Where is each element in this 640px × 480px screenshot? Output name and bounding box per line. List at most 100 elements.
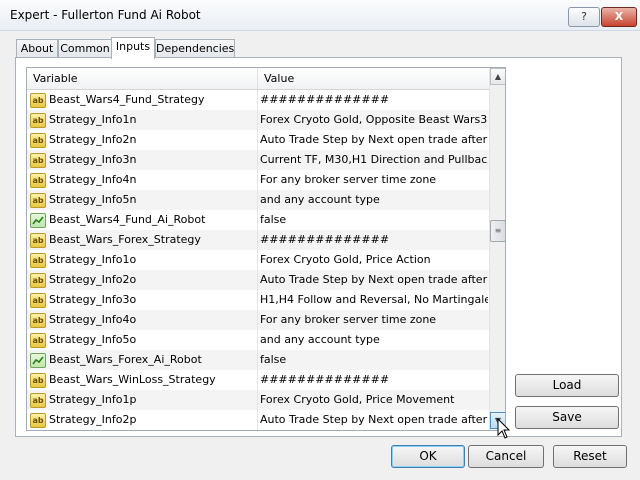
column-divider — [257, 110, 258, 130]
load-button[interactable]: Load — [515, 374, 619, 397]
variable-cell: Strategy_Info1o — [49, 253, 137, 266]
table-row[interactable]: ab Strategy_Info2o Auto Trade Step by Next… — [27, 270, 489, 290]
column-divider — [257, 410, 258, 430]
mouse-cursor-icon — [497, 418, 511, 439]
column-header-variable[interactable]: Variable — [27, 68, 258, 89]
table-row[interactable]: ab Strategy_Info2n Auto Trade Step by Next… — [27, 130, 489, 150]
string-ab-icon: ab — [30, 233, 46, 248]
help-button[interactable]: ? — [568, 7, 600, 27]
variable-cell: Strategy_Info5n — [49, 193, 137, 206]
vertical-scrollbar[interactable]: ▲ ≡ ▼ — [489, 68, 505, 430]
tab-dependencies[interactable]: Dependencies — [155, 39, 235, 58]
value-cell[interactable]: Forex Cryoto Gold, Price Action — [260, 250, 488, 270]
variable-cell: Strategy_Info3o — [49, 293, 137, 306]
table-row[interactable]: ab Strategy_Info1n Forex Cryoto Gold, Oppo… — [27, 110, 489, 130]
grid-header: Variable Value — [27, 68, 489, 90]
column-header-value[interactable]: Value — [258, 68, 488, 89]
value-cell[interactable]: ############## — [260, 230, 488, 250]
string-ab-icon: ab — [30, 133, 46, 148]
column-divider — [257, 370, 258, 390]
cancel-button[interactable]: Cancel — [468, 445, 544, 468]
tab-about[interactable]: About — [16, 39, 58, 58]
table-row[interactable]: ab Strategy_Info4n For any broker server t… — [27, 170, 489, 190]
value-cell[interactable]: Forex Cryoto Gold, Price Movement — [260, 390, 488, 410]
value-cell[interactable]: H1,H4 Follow and Reversal, No Martingale — [260, 290, 488, 310]
table-row[interactable]: ab Strategy_Info5n and any account type — [27, 190, 489, 210]
table-row[interactable]: ab Strategy_Info5o and any account type — [27, 330, 489, 350]
string-ab-icon: ab — [30, 413, 46, 428]
value-cell[interactable]: Current TF, M30,H1 Direction and Pullbac… — [260, 150, 488, 170]
inputs-grid[interactable]: Variable Value ab Beast_Wars4_Fund_Strate… — [26, 67, 506, 431]
variable-cell: Beast_Wars4_Fund_Ai_Robot — [49, 213, 206, 226]
reset-button[interactable]: Reset — [553, 445, 627, 468]
variable-cell: Strategy_Info4n — [49, 173, 137, 186]
column-divider — [257, 290, 258, 310]
string-ab-icon: ab — [30, 313, 46, 328]
table-row[interactable]: ab Strategy_Info1o Forex Cryoto Gold, Pric… — [27, 250, 489, 270]
scroll-thumb[interactable]: ≡ — [490, 220, 505, 242]
table-row[interactable]: ab Strategy_Info3o H1,H4 Follow and Revers… — [27, 290, 489, 310]
string-ab-icon: ab — [30, 193, 46, 208]
column-divider — [257, 210, 258, 230]
value-cell[interactable]: ############## — [260, 90, 488, 110]
string-ab-icon: ab — [30, 333, 46, 348]
variable-cell: Beast_Wars_WinLoss_Strategy — [49, 373, 216, 386]
value-cell[interactable]: Auto Trade Step by Next open trade after… — [260, 130, 488, 150]
column-divider — [257, 150, 258, 170]
string-ab-icon: ab — [30, 173, 46, 188]
value-cell[interactable]: ############## — [260, 370, 488, 390]
variable-cell: Beast_Wars_Forex_Strategy — [49, 233, 201, 246]
column-divider — [257, 350, 258, 370]
variable-cell: Strategy_Info2p — [49, 413, 137, 426]
variable-cell: Strategy_Info2n — [49, 133, 137, 146]
table-row[interactable]: ab Strategy_Info2p Auto Trade Step by Next… — [27, 410, 489, 430]
value-cell[interactable]: Forex Cryoto Gold, Opposite Beast Wars3 … — [260, 110, 488, 130]
string-ab-icon: ab — [30, 153, 46, 168]
table-row[interactable]: Beast_Wars4_Fund_Ai_Robot false — [27, 210, 489, 230]
bool-chart-icon — [30, 213, 46, 228]
string-ab-icon: ab — [30, 393, 46, 408]
scroll-up-icon[interactable]: ▲ — [490, 68, 505, 85]
value-cell[interactable]: and any account type — [260, 330, 488, 350]
variable-cell: Strategy_Info2o — [49, 273, 137, 286]
column-divider — [257, 390, 258, 410]
table-row[interactable]: ab Beast_Wars_Forex_Strategy #############… — [27, 230, 489, 250]
column-divider — [257, 130, 258, 150]
column-divider — [257, 330, 258, 350]
ok-button[interactable]: OK — [391, 445, 465, 468]
value-cell[interactable]: and any account type — [260, 190, 488, 210]
variable-cell: Beast_Wars4_Fund_Strategy — [49, 93, 205, 106]
column-divider — [257, 250, 258, 270]
window-title: Expert - Fullerton Fund Ai Robot — [10, 8, 201, 22]
column-divider — [257, 90, 258, 110]
string-ab-icon: ab — [30, 273, 46, 288]
title-bar: Expert - Fullerton Fund Ai Robot ? X — [0, 0, 640, 31]
value-cell[interactable]: false — [260, 210, 488, 230]
value-cell[interactable]: false — [260, 350, 488, 370]
string-ab-icon: ab — [30, 293, 46, 308]
table-row[interactable]: ab Beast_Wars4_Fund_Strategy #############… — [27, 90, 489, 110]
save-button[interactable]: Save — [515, 406, 619, 429]
variable-cell: Strategy_Info3n — [49, 153, 137, 166]
string-ab-icon: ab — [30, 113, 46, 128]
value-cell[interactable]: Auto Trade Step by Next open trade after… — [260, 270, 488, 290]
value-cell[interactable]: For any broker server time zone — [260, 170, 488, 190]
value-cell[interactable]: Auto Trade Step by Next open trade after… — [260, 410, 488, 430]
table-row[interactable]: ab Strategy_Info1p Forex Cryoto Gold, Pric… — [27, 390, 489, 410]
table-row[interactable]: Beast_Wars_Forex_Ai_Robot false — [27, 350, 489, 370]
table-row[interactable]: ab Strategy_Info4o For any broker server t… — [27, 310, 489, 330]
tab-common[interactable]: Common — [58, 39, 112, 58]
string-ab-icon: ab — [30, 253, 46, 268]
close-button[interactable]: X — [601, 7, 637, 27]
column-divider — [257, 170, 258, 190]
value-cell[interactable]: For any broker server time zone — [260, 310, 488, 330]
table-row[interactable]: ab Beast_Wars_WinLoss_Strategy ###########… — [27, 370, 489, 390]
column-divider — [257, 230, 258, 250]
variable-cell: Strategy_Info1n — [49, 113, 137, 126]
tab-inputs[interactable]: Inputs — [111, 37, 155, 59]
column-divider — [257, 270, 258, 290]
column-divider — [257, 190, 258, 210]
bool-chart-icon — [30, 353, 46, 368]
table-row[interactable]: ab Strategy_Info3n Current TF, M30,H1 Dire… — [27, 150, 489, 170]
variable-cell: Strategy_Info5o — [49, 333, 137, 346]
